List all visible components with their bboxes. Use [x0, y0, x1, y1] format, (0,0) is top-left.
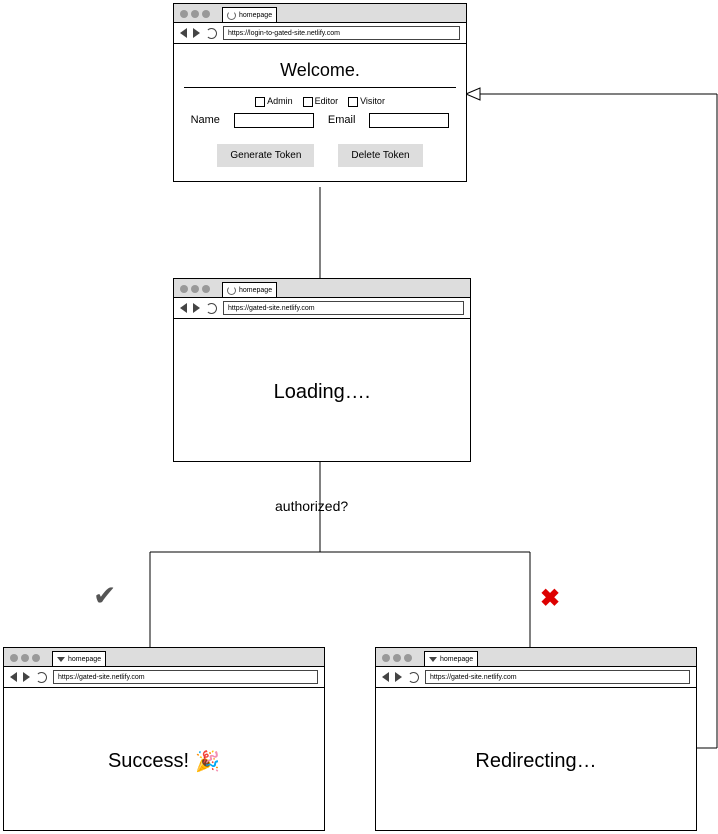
forward-icon[interactable]: [193, 28, 200, 38]
browser-tab[interactable]: homepage: [222, 7, 277, 22]
titlebar: homepage: [174, 4, 466, 23]
party-icon: 🎉: [195, 749, 220, 774]
download-icon: [57, 657, 65, 662]
back-icon[interactable]: [180, 303, 187, 313]
success-text: Success!: [108, 750, 189, 773]
check-icon: ✔: [93, 579, 116, 612]
tab-title: homepage: [239, 12, 272, 19]
titlebar: homepage: [174, 279, 470, 298]
delete-token-button[interactable]: Delete Token: [338, 144, 422, 167]
browser-toolbar: https://gated-site.netlify.com: [174, 298, 470, 319]
back-icon[interactable]: [180, 28, 187, 38]
tab-title: homepage: [440, 656, 473, 663]
url-bar[interactable]: https://gated-site.netlify.com: [223, 301, 464, 315]
titlebar: homepage: [376, 648, 696, 667]
email-field[interactable]: [369, 113, 449, 128]
refresh-icon[interactable]: [206, 28, 217, 39]
url-bar[interactable]: https://gated-site.netlify.com: [425, 670, 690, 684]
window-controls[interactable]: [174, 10, 216, 22]
refresh-icon[interactable]: [206, 303, 217, 314]
browser-tab[interactable]: homepage: [424, 651, 478, 666]
window-controls[interactable]: [4, 654, 46, 666]
page-content: Loading….: [174, 319, 470, 465]
decision-label: authorized?: [275, 498, 348, 514]
name-label: Name: [191, 114, 220, 126]
download-icon: [429, 657, 437, 662]
tab-title: homepage: [239, 287, 272, 294]
role-options: Admin Editor Visitor: [255, 96, 385, 107]
browser-tab[interactable]: homepage: [52, 651, 106, 666]
checkbox-icon: [303, 97, 313, 107]
role-admin[interactable]: Admin: [255, 96, 293, 107]
divider: [184, 87, 456, 88]
page-content: Redirecting…: [376, 688, 696, 834]
window-controls[interactable]: [376, 654, 418, 666]
page-content: Success! 🎉: [4, 688, 324, 834]
redirecting-text: Redirecting…: [475, 750, 596, 773]
loading-window: homepage https://gated-site.netlify.com …: [173, 278, 471, 462]
email-label: Email: [328, 114, 356, 126]
name-field[interactable]: [234, 113, 314, 128]
forward-icon[interactable]: [395, 672, 402, 682]
generate-token-button[interactable]: Generate Token: [217, 144, 314, 167]
role-label: Visitor: [360, 96, 385, 106]
back-icon[interactable]: [10, 672, 17, 682]
checkbox-icon: [255, 97, 265, 107]
role-editor[interactable]: Editor: [303, 96, 339, 107]
page-title: Welcome.: [280, 60, 360, 81]
role-visitor[interactable]: Visitor: [348, 96, 385, 107]
forward-icon[interactable]: [193, 303, 200, 313]
checkbox-icon: [348, 97, 358, 107]
forward-icon[interactable]: [23, 672, 30, 682]
page-content: Welcome. Admin Editor Visitor Name Email…: [174, 44, 466, 181]
redirect-window: homepage https://gated-site.netlify.com …: [375, 647, 697, 831]
button-row: Generate Token Delete Token: [217, 144, 422, 167]
browser-tab[interactable]: homepage: [222, 282, 277, 297]
credential-fields: Name Email: [191, 113, 450, 128]
back-icon[interactable]: [382, 672, 389, 682]
refresh-icon[interactable]: [36, 672, 47, 683]
role-label: Editor: [315, 96, 339, 106]
browser-toolbar: https://gated-site.netlify.com: [4, 667, 324, 688]
login-window: homepage https://login-to-gated-site.net…: [173, 3, 467, 182]
url-bar[interactable]: https://login-to-gated-site.netlify.com: [223, 26, 460, 40]
window-controls[interactable]: [174, 285, 216, 297]
url-bar[interactable]: https://gated-site.netlify.com: [53, 670, 318, 684]
role-label: Admin: [267, 96, 293, 106]
browser-toolbar: https://gated-site.netlify.com: [376, 667, 696, 688]
success-window: homepage https://gated-site.netlify.com …: [3, 647, 325, 831]
browser-toolbar: https://login-to-gated-site.netlify.com: [174, 23, 466, 44]
spinner-icon: [227, 286, 236, 295]
titlebar: homepage: [4, 648, 324, 667]
tab-title: homepage: [68, 656, 101, 663]
spinner-icon: [227, 11, 236, 20]
loading-text: Loading….: [274, 381, 371, 404]
cross-icon: ✖: [540, 584, 560, 613]
refresh-icon[interactable]: [408, 672, 419, 683]
